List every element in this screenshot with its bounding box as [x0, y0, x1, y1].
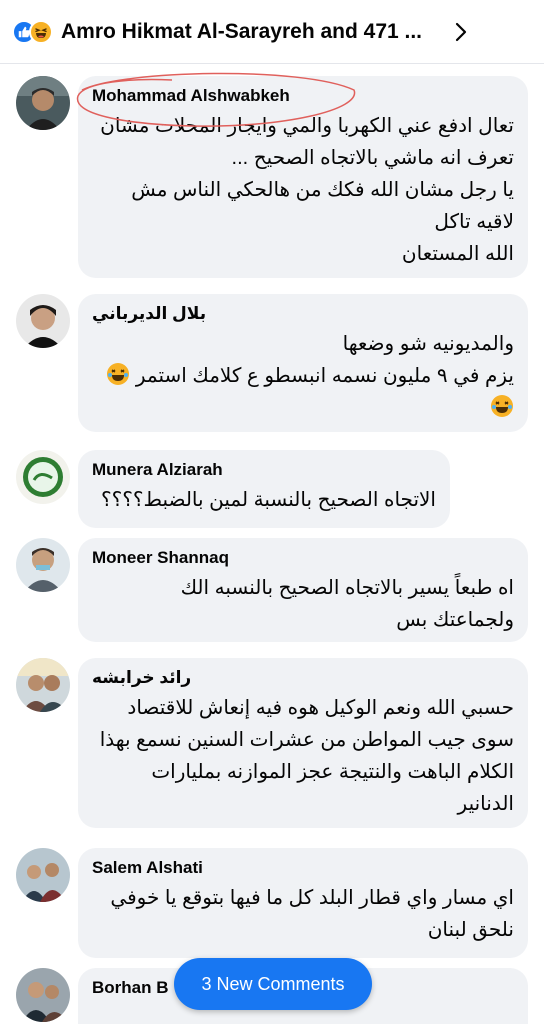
comment-author[interactable]: Salem Alshati	[92, 858, 514, 878]
comment-author[interactable]: بلال الديرباني	[92, 304, 514, 324]
comment-bubble[interactable]: Salem Alshati اي مسار واي قطار البلد كل …	[78, 848, 528, 958]
comment-bubble[interactable]: بلال الديرباني والمديونيه شو وضعها يزم ف…	[78, 294, 528, 432]
avatar[interactable]	[16, 294, 70, 348]
haha-icon	[29, 19, 53, 44]
avatar[interactable]	[16, 968, 70, 1022]
comment-author[interactable]: رائد خرابشه	[92, 668, 514, 688]
avatar[interactable]	[16, 848, 70, 902]
chevron-right-icon[interactable]	[450, 21, 472, 43]
comment-text: الاتجاه الصحيح بالنسبة لمين بالضبط؟؟؟؟	[101, 489, 436, 511]
comment-text: اه طبعاً يسير بالاتجاه الصحيح بالنسبه ال…	[180, 577, 514, 631]
comment-author[interactable]: Moneer Shannaq	[92, 548, 514, 568]
red-annotation-circle	[76, 72, 356, 127]
comment-bubble[interactable]: Munera Alziarah الاتجاه الصحيح بالنسبة ل…	[78, 450, 450, 528]
comment-text: تعال ادفع عني الكهربا والمي وايجار المحل…	[100, 115, 514, 265]
reaction-icons	[12, 19, 53, 44]
haha-emoji-icon	[107, 363, 130, 385]
avatar[interactable]	[16, 538, 70, 592]
comment-text: حسبي الله ونعم الوكيل هوه فيه إنعاش للاق…	[99, 697, 514, 815]
post-header[interactable]: Amro Hikmat Al-Sarayreh and 471 ...	[0, 0, 544, 64]
comment-text: والمديونيه شو وضعها يزم في ٩ مليون نسمه …	[92, 328, 514, 424]
new-comments-button[interactable]: 3 New Comments	[174, 958, 372, 1010]
comment-bubble[interactable]: Moneer Shannaq اه طبعاً يسير بالاتجاه ال…	[78, 538, 528, 642]
avatar[interactable]	[16, 658, 70, 712]
comment-list[interactable]: Mohammad Alshwabkeh تعال ادفع عني الكهرب…	[0, 64, 544, 1024]
post-title: Amro Hikmat Al-Sarayreh and 471 ...	[61, 19, 423, 43]
comment-author[interactable]: Munera Alziarah	[92, 460, 436, 480]
avatar[interactable]	[16, 450, 70, 504]
comment-bubble[interactable]: رائد خرابشه حسبي الله ونعم الوكيل هوه في…	[78, 658, 528, 828]
comment-text: اي مسار واي قطار البلد كل ما فيها بتوقع …	[110, 887, 514, 941]
haha-emoji-icon	[491, 395, 513, 417]
